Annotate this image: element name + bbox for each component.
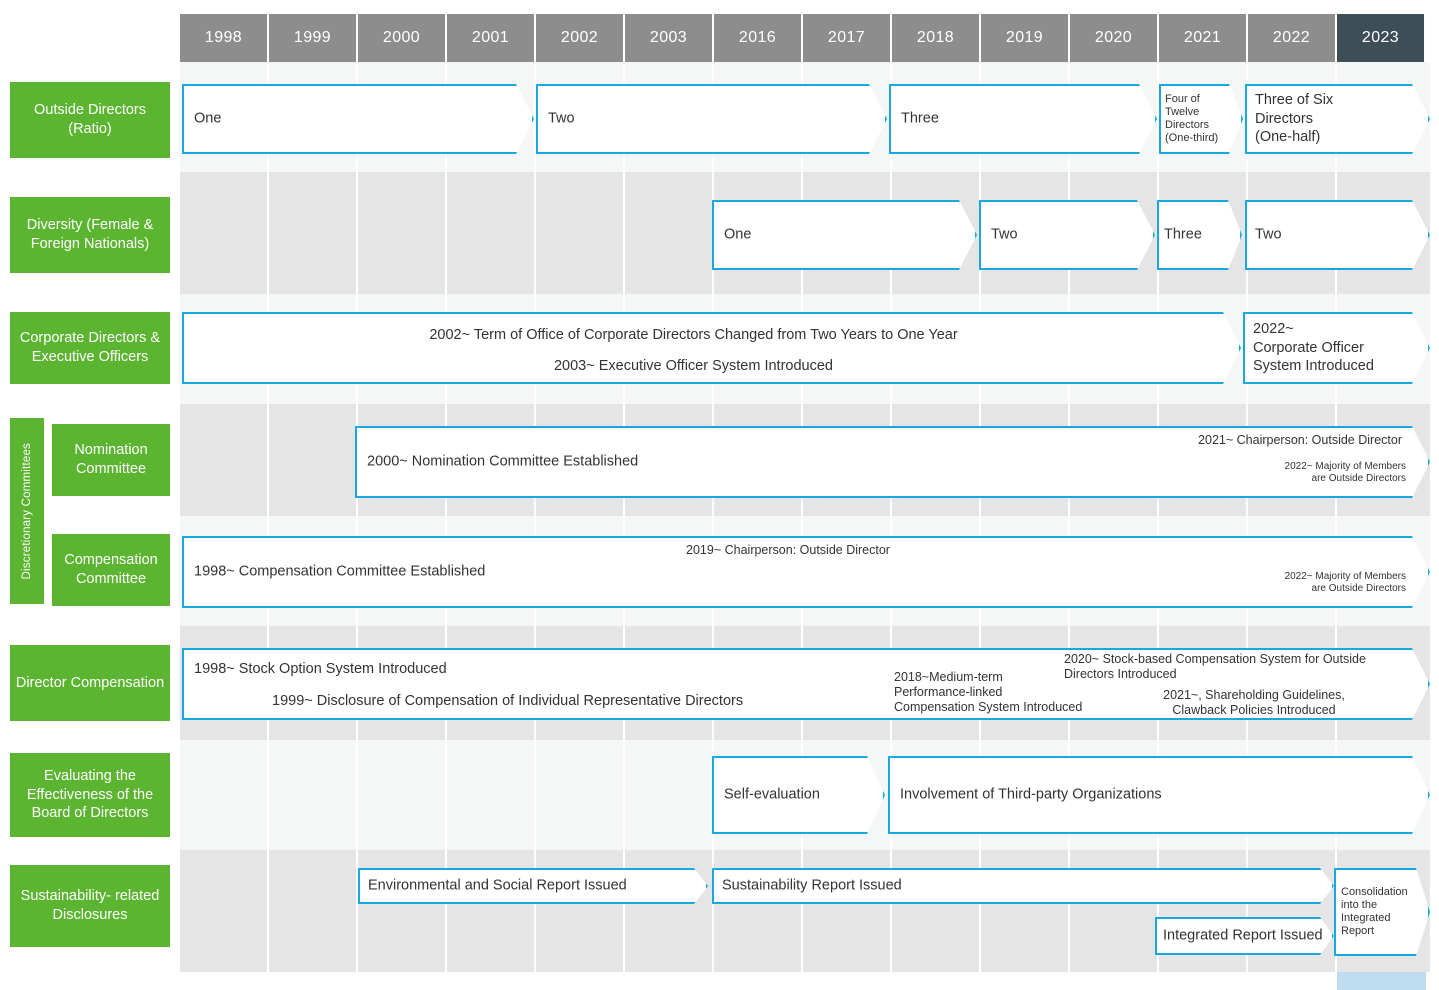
year-header-2018: 2018 — [892, 14, 979, 62]
gridline — [979, 62, 981, 972]
gridline — [1157, 62, 1159, 972]
gridline — [801, 62, 803, 972]
bar-text-2020-stock-based: 2020~ Stock-based Compensation System fo… — [1064, 652, 1366, 681]
gridline — [623, 62, 625, 972]
group-label-text: Discretionary Committees — [21, 442, 33, 580]
year-header-2023: 2023 — [1337, 14, 1424, 62]
gridline — [890, 62, 892, 972]
timeline-bar-compensation-committee[interactable]: 1998~ Compensation Committee Established… — [182, 536, 1430, 608]
gridline — [445, 62, 447, 972]
year-header-2017: 2017 — [803, 14, 890, 62]
bar-text: One — [194, 110, 222, 127]
bar-text-main: 1998~ Compensation Committee Established — [194, 563, 486, 580]
year-header-2020: 2020 — [1070, 14, 1157, 62]
bar-text: Two — [991, 226, 1018, 243]
bar-text: Two — [548, 110, 575, 127]
bar-text: Three — [1164, 226, 1202, 243]
bar-text: Three — [901, 110, 939, 127]
year-header-2019: 2019 — [981, 14, 1068, 62]
bar-text-2018-medium-term: 2018~Medium-term Performance-linked Comp… — [894, 670, 1083, 714]
bar-text-1999-disclosure: 1999~ Disclosure of Compensation of Indi… — [272, 693, 744, 709]
gridline — [267, 62, 269, 972]
timeline-bar-outside-three[interactable]: Three — [889, 84, 1157, 154]
timeline-bar-director-compensation[interactable]: 1998~ Stock Option System Introduced 199… — [182, 648, 1430, 720]
timeline-bar-environmental-social-report[interactable]: Environmental and Social Report Issued — [358, 868, 708, 904]
year-header-1998: 1998 — [180, 14, 267, 62]
year-header-2002: 2002 — [536, 14, 623, 62]
bar-text-main: 2000~ Nomination Committee Established — [367, 453, 639, 470]
gridline — [1335, 62, 1337, 972]
row-label-board-evaluation: Evaluating the Effectiveness of the Boar… — [10, 753, 170, 837]
gridline — [1246, 62, 1248, 972]
timeline-bar-diversity-two[interactable]: Two — [979, 200, 1155, 270]
group-label-discretionary-committees: Discretionary Committees — [10, 418, 44, 604]
bar-text: Integrated Report Issued — [1163, 927, 1323, 944]
row-label-nomination-committee: Nomination Committee — [52, 424, 170, 496]
grid-overlay — [180, 62, 1430, 972]
timeline-bar-self-evaluation[interactable]: Self-evaluation — [712, 756, 885, 834]
bar-text: Sustainability Report Issued — [722, 877, 902, 894]
gridline — [1068, 62, 1070, 972]
gridline — [534, 62, 536, 972]
timeline-bar-corporate-officer-system[interactable]: 2022~ Corporate Officer System Introduce… — [1243, 312, 1430, 384]
bar-text: 2022~ Corporate Officer System Introduce… — [1253, 321, 1374, 375]
timeline-bar-outside-four-of-twelve[interactable]: Four of Twelve Directors (One-third) — [1159, 84, 1243, 154]
bar-text: Two — [1255, 226, 1282, 243]
gridline — [356, 62, 358, 972]
bar-text-2021-shareholding: 2021~, Shareholding Guidelines, Clawback… — [1163, 688, 1345, 717]
bar-text-2021-chairperson: 2021~ Chairperson: Outside Director — [1198, 433, 1402, 447]
year-header-2022: 2022 — [1248, 14, 1335, 62]
bar-text-line2: 2003~ Executive Officer System Introduce… — [553, 358, 833, 374]
gridline — [712, 62, 714, 972]
timeline-bar-diversity-three[interactable]: Three — [1157, 200, 1242, 270]
bar-text-2022-majority: 2022~ Majority of Members are Outside Di… — [1284, 461, 1406, 484]
row-label-compensation-committee: Compensation Committee — [52, 534, 170, 606]
bar-text-2022-majority: 2022~ Majority of Members are Outside Di… — [1284, 571, 1406, 594]
bar-text: Consolidation into the Integrated Report — [1341, 886, 1408, 937]
bar-text: Environmental and Social Report Issued — [368, 877, 627, 894]
bar-text: Four of Twelve Directors (One-third) — [1165, 93, 1219, 144]
timeline-bar-outside-two[interactable]: Two — [536, 84, 887, 154]
timeline-bar-nomination-committee[interactable]: 2000~ Nomination Committee Established 2… — [355, 426, 1430, 498]
bar-text-2019-chairperson: 2019~ Chairperson: Outside Director — [686, 543, 890, 557]
bar-text-1998-stock-option: 1998~ Stock Option System Introduced — [194, 661, 447, 677]
governance-timeline-chart: 1998 1999 2000 2001 2002 2003 2016 2017 … — [0, 0, 1439, 990]
row-label-sustainability: Sustainability- related Disclosures — [10, 865, 170, 947]
year-header-1999: 1999 — [269, 14, 356, 62]
year-header-2000: 2000 — [358, 14, 445, 62]
row-label-director-compensation: Director Compensation — [10, 645, 170, 721]
row-label-diversity: Diversity (Female & Foreign Nationals) — [10, 197, 170, 273]
timeline-bar-sustainability-report[interactable]: Sustainability Report Issued — [712, 868, 1334, 904]
timeline-bar-third-party-involvement[interactable]: Involvement of Third-party Organizations — [888, 756, 1430, 834]
timeline-bar-outside-three-of-six[interactable]: Three of Six Directors (One-half) — [1245, 84, 1430, 154]
timeline-bar-corporate-directors-main[interactable]: 2002~ Term of Office of Corporate Direct… — [182, 312, 1241, 384]
year-header-2001: 2001 — [447, 14, 534, 62]
row-label-corporate-directors: Corporate Directors & Executive Officers — [10, 312, 170, 384]
year-header-2016: 2016 — [714, 14, 801, 62]
timeline-bar-consolidation-integrated-report[interactable]: Consolidation into the Integrated Report — [1334, 868, 1430, 956]
bar-text: Self-evaluation — [724, 786, 820, 803]
timeline-bar-outside-one[interactable]: One — [182, 84, 534, 154]
row-label-outside-directors: Outside Directors (Ratio) — [10, 82, 170, 158]
year-header-2003: 2003 — [625, 14, 712, 62]
year-header-2021: 2021 — [1159, 14, 1246, 62]
timeline-bar-diversity-one[interactable]: One — [712, 200, 977, 270]
bar-text-line1: 2002~ Term of Office of Corporate Direct… — [429, 327, 958, 343]
timeline-bar-diversity-two-2022[interactable]: Two — [1245, 200, 1430, 270]
bar-text: Involvement of Third-party Organizations — [900, 786, 1162, 803]
timeline-bar-integrated-report[interactable]: Integrated Report Issued — [1155, 917, 1334, 955]
bar-text: One — [724, 226, 752, 243]
bar-text: Three of Six Directors (One-half) — [1255, 92, 1334, 146]
